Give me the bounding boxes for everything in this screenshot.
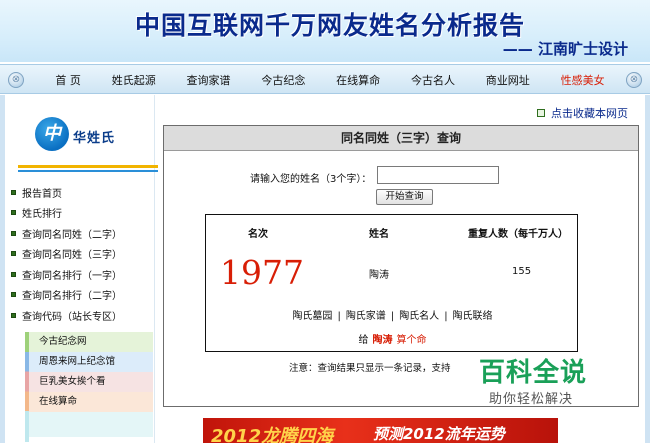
link-separator: |: [337, 311, 341, 322]
bullet-icon: [11, 230, 16, 236]
panel-title: 同名同姓（三字）查询: [164, 126, 638, 151]
sidebar-item-same-name-2[interactable]: 查询同名同姓（二字）: [11, 223, 153, 244]
bullet-icon: [537, 109, 545, 117]
related-links: 陶氏墓园 | 陶氏家谱 | 陶氏名人 | 陶氏联络: [206, 307, 579, 322]
related-link-celebrities[interactable]: 陶氏名人: [399, 311, 439, 322]
sidebar: 中 华姓氏 报告首页 姓氏排行 查询同名同姓（二字） 查询同名同姓（三字） 查询…: [5, 95, 158, 443]
ad-right-text: 预测2012流年运势: [373, 425, 505, 443]
site-title: 中国互联网千万网友姓名分析报告: [134, 11, 525, 40]
result-rank: 1977: [220, 253, 304, 292]
related-link-contact[interactable]: 陶氏联络: [453, 311, 493, 322]
logo-divider-blue: [18, 170, 158, 172]
fortune-prefix: 给: [358, 335, 369, 346]
nav-item-memorial[interactable]: 今古纪念: [261, 72, 305, 88]
sidebar-item-name-rank-2[interactable]: 查询同名排行（二字）: [11, 285, 153, 306]
sidebar-item-label: 查询同名排行（二字）: [22, 291, 122, 303]
bookmark-label: 点击收藏本网页: [551, 107, 628, 120]
sidebar-item-label: 查询代码（站长专区）: [22, 311, 122, 323]
sidebar-item-name-rank-1[interactable]: 查询同名排行（一字）: [11, 264, 153, 285]
column-header-rank: 名次: [248, 229, 268, 240]
header-banner: 中国互联网千万网友姓名分析报告 —— 江南旷士设计: [0, 0, 650, 62]
sidebar-item-label: 姓氏排行: [22, 209, 62, 221]
nav-item-celebrities[interactable]: 今古名人: [411, 72, 455, 88]
ad-banner[interactable]: 2012龙腾四海 预测2012流年运势: [203, 418, 558, 443]
name-input[interactable]: [377, 166, 499, 184]
sidebar-item-surname-rank[interactable]: 姓氏排行: [11, 203, 153, 224]
link-item[interactable]: 周恩来网上纪念馆: [29, 352, 153, 372]
name-input-label: 请输入您的姓名（3个字）：: [250, 174, 372, 185]
ad-left-text: 2012龙腾四海: [211, 426, 334, 443]
link-item[interactable]: 今古纪念网: [29, 332, 153, 352]
link-item[interactable]: 巨乳美女挨个看: [29, 372, 153, 392]
result-name: 陶涛: [369, 270, 389, 281]
sidebar-item-label: 查询同名排行（一字）: [22, 270, 122, 282]
link-item[interactable]: 在线算命: [29, 392, 153, 412]
bullet-icon: [11, 251, 16, 257]
related-link-cemetery[interactable]: 陶氏墓园: [292, 311, 332, 322]
column-header-count: 重复人数（每千万人）: [468, 229, 568, 240]
logo-mark-icon: 中: [35, 117, 69, 151]
logo-divider: [18, 165, 158, 168]
watermark-sub: 助你轻松解决: [489, 392, 574, 407]
bullet-icon: [11, 189, 16, 195]
bullet-icon: [11, 271, 16, 277]
nav-right-cap-icon: ⊗: [626, 72, 642, 88]
nav-bar: ⊗ 首 页 姓氏起源 查询家谱 今古纪念 在线算命 今古名人 商业网址 性感美女…: [0, 64, 650, 94]
result-count: 155: [512, 266, 532, 277]
sidebar-item-code[interactable]: 查询代码（站长专区）: [11, 305, 153, 326]
nav-item-genealogy[interactable]: 查询家谱: [187, 72, 231, 88]
sidebar-item-label: 报告首页: [22, 188, 62, 200]
fortune-link[interactable]: 算个命: [397, 335, 427, 346]
site-logo[interactable]: 中 华姓氏: [13, 113, 158, 172]
watermark-main: 百科全说: [479, 358, 588, 388]
logo-text: 华姓氏: [73, 131, 116, 146]
sidebar-links: 今古纪念网 周恩来网上纪念馆 巨乳美女挨个看 在线算命: [29, 332, 153, 437]
sidebar-menu: 报告首页 姓氏排行 查询同名同姓（二字） 查询同名同姓（三字） 查询同名排行（一…: [11, 182, 153, 326]
submit-button[interactable]: 开始查询: [376, 189, 433, 205]
link-item: [29, 412, 153, 437]
nav-item-home[interactable]: 首 页: [55, 72, 81, 88]
result-table: 名次 姓名 重复人数（每千万人） 1977 陶涛 155 陶氏墓园 | 陶氏家谱 | 陶…: [205, 214, 578, 352]
watermark: 百科全说 助你轻松解决: [463, 350, 613, 410]
nav-items: 首 页 姓氏起源 查询家谱 今古纪念 在线算命 今古名人 商业网址 性感美女: [40, 65, 620, 95]
nav-item-surname-origin[interactable]: 姓氏起源: [112, 72, 156, 88]
fortune-line: 给陶涛 算个命: [206, 331, 579, 346]
sidebar-item-same-name-3[interactable]: 查询同名同姓（三字）: [11, 244, 153, 265]
bullet-icon: [11, 312, 16, 318]
nav-item-fortune[interactable]: 在线算命: [336, 72, 380, 88]
related-link-genealogy[interactable]: 陶氏家谱: [346, 311, 386, 322]
sidebar-item-label: 查询同名同姓（三字）: [22, 250, 122, 262]
link-separator: |: [390, 311, 395, 322]
fortune-name: 陶涛: [372, 335, 393, 346]
bullet-icon: [11, 210, 16, 216]
sidebar-item-label: 查询同名同姓（二字）: [22, 229, 122, 241]
link-separator: |: [444, 311, 448, 322]
frame-right-border: [645, 95, 650, 443]
sidebar-item-report-home[interactable]: 报告首页: [11, 182, 153, 203]
nav-left-cap-icon: ⊗: [8, 72, 24, 88]
bullet-icon: [11, 292, 16, 298]
nav-item-beauty[interactable]: 性感美女: [561, 72, 605, 88]
site-subtitle: —— 江南旷士设计: [502, 40, 628, 58]
bookmark-link[interactable]: 点击收藏本网页: [537, 105, 628, 121]
column-header-name: 姓名: [369, 229, 389, 240]
nav-item-business[interactable]: 商业网址: [486, 72, 530, 88]
